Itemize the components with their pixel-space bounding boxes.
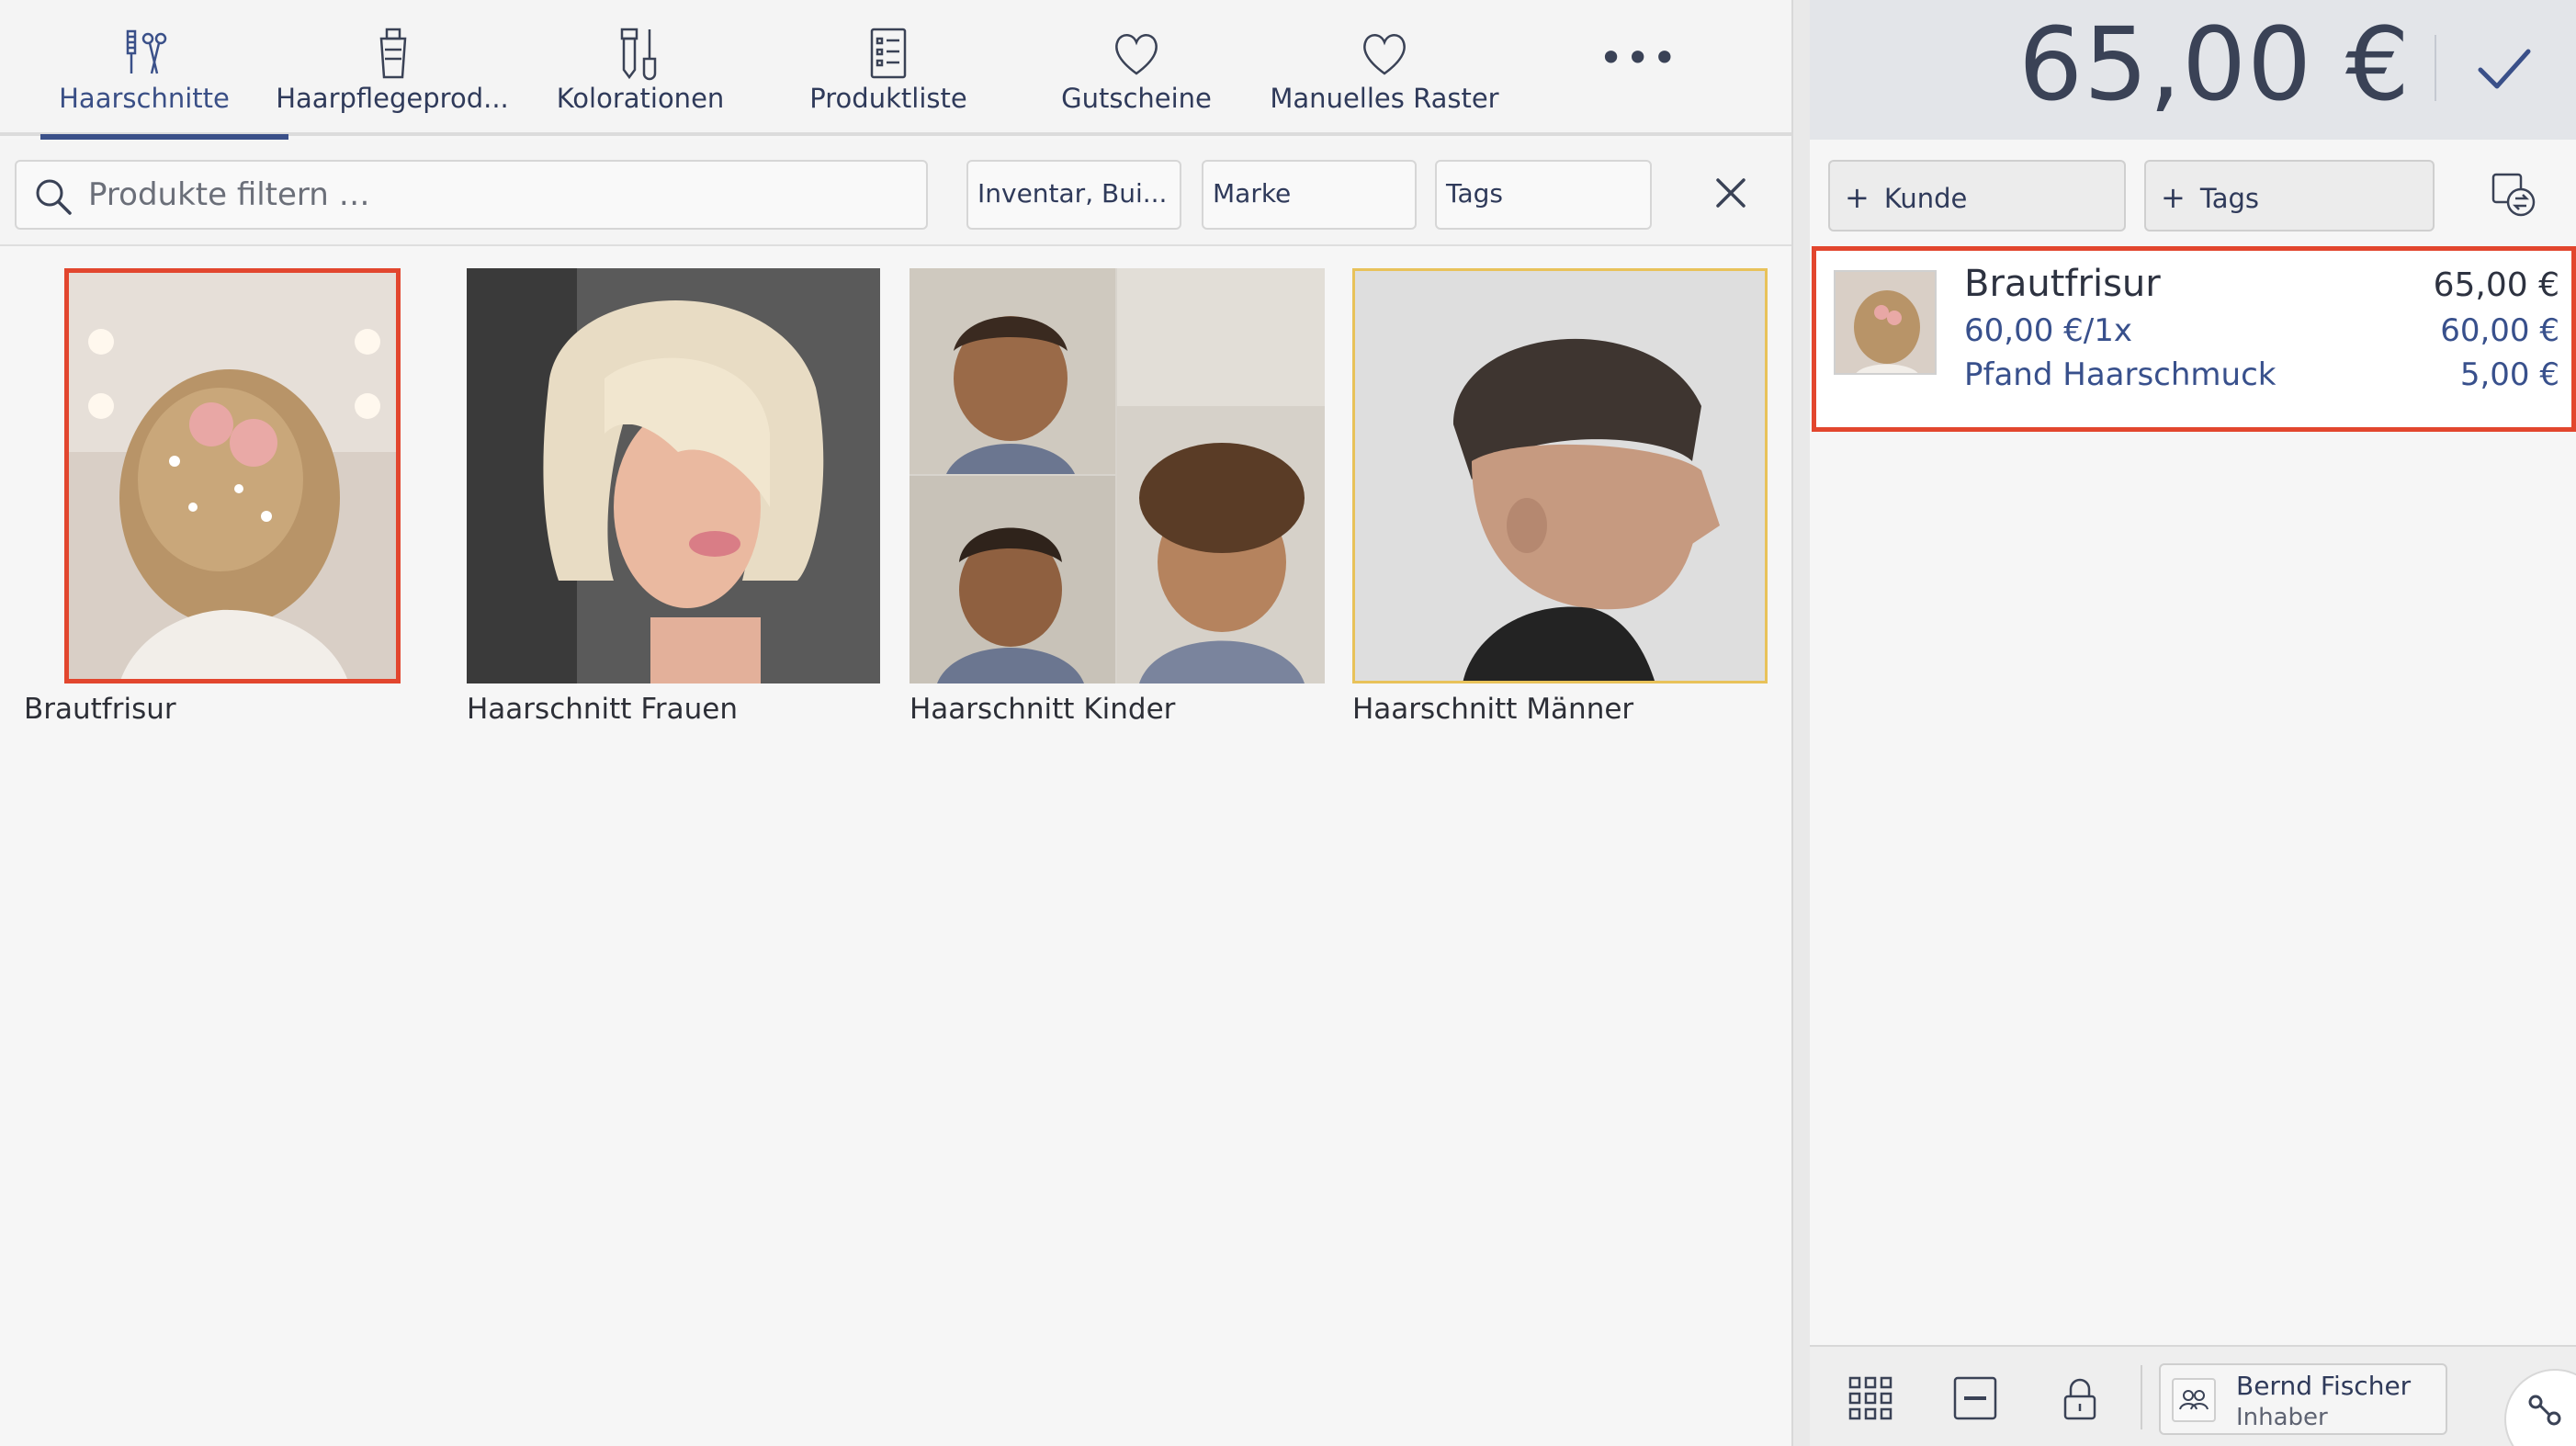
tab-label: Produktliste: [809, 83, 967, 114]
product-name: Haarschnitt Frauen: [467, 693, 738, 726]
product-image: [910, 268, 1325, 683]
tab-label: Haarschnitte: [59, 83, 230, 114]
tab-label: Kolorationen: [556, 83, 725, 114]
product-image: [1352, 268, 1768, 683]
cart-item-unit-line: 60,00 €/1x: [1964, 312, 2132, 349]
cart-item-unit-price: 60,00 €: [2440, 312, 2559, 349]
user-role: Inhaber: [2236, 1404, 2328, 1431]
tab-label: Gutscheine: [1061, 83, 1212, 114]
product-name: Haarschnitt Männer: [1352, 693, 1634, 726]
tab-produktliste[interactable]: Produktliste: [764, 0, 1012, 136]
cart-item[interactable]: Brautfrisur 65,00 € 60,00 €/1x 60,00 € P…: [1812, 246, 2576, 432]
plus-icon: +: [2161, 180, 2186, 215]
search-input[interactable]: Produkte filtern …: [15, 160, 928, 230]
user-button[interactable]: Bernd Fischer Inhaber: [2159, 1363, 2447, 1435]
cart-item-extra-line: Pfand Haarschmuck: [1964, 356, 2277, 393]
product-image: [467, 268, 880, 683]
tab-haarschnitte[interactable]: Haarschnitte: [20, 0, 288, 140]
cart-item-title: Brautfrisur: [1964, 263, 2161, 305]
add-customer-label: Kunde: [1883, 183, 1968, 214]
panel-divider[interactable]: [1791, 0, 1810, 1446]
cart-item-price: 65,00 €: [2433, 266, 2559, 304]
add-tags-label: Tags: [2199, 183, 2260, 214]
user-name: Bernd Fischer: [2236, 1371, 2412, 1401]
link-icon: [2528, 1395, 2561, 1426]
swap-cart-icon[interactable]: [2490, 171, 2537, 219]
connection-indicator[interactable]: [2504, 1369, 2576, 1446]
toolbar-separator: [2141, 1365, 2142, 1429]
tab-label: Haarpflegeprod...: [276, 83, 509, 114]
scissors-comb-icon: [126, 29, 167, 74]
more-tabs-button[interactable]: •••: [1599, 35, 1677, 90]
search-placeholder: Produkte filtern …: [88, 176, 370, 213]
total-separator: [2435, 35, 2436, 101]
product-name: Haarschnitt Kinder: [910, 693, 1176, 726]
app-root: Haarschnitte Haarpflegeprod... Koloratio…: [0, 0, 2576, 1446]
heart-icon: [1115, 34, 1158, 75]
filter-tags-chip[interactable]: Tags: [1435, 160, 1652, 230]
hair-dye-icon: [620, 28, 657, 81]
tab-label: Manuelles Raster: [1270, 83, 1499, 114]
filter-inventory-chip[interactable]: Inventar, Bui...: [966, 160, 1181, 230]
grid-icon[interactable]: [1847, 1374, 1894, 1422]
minus-square-icon[interactable]: [1951, 1374, 1999, 1422]
product-name: Brautfrisur: [24, 693, 176, 726]
cart-total: 65,00 €: [2018, 6, 2411, 123]
cart-panel: 65,00 € + Kunde + Tags Brautfrisur 65,00…: [1810, 0, 2576, 1446]
users-icon: [2172, 1378, 2216, 1422]
checkout-check-icon[interactable]: [2471, 37, 2536, 101]
clear-filters-icon[interactable]: [1711, 173, 1751, 213]
product-image: [64, 268, 401, 683]
products-panel: Haarschnitte Haarpflegeprod... Koloratio…: [0, 0, 1791, 1446]
search-icon: [36, 179, 72, 215]
total-bar: 65,00 €: [1810, 0, 2576, 140]
cart-item-extra-price: 5,00 €: [2459, 356, 2559, 393]
add-tags-button[interactable]: + Tags: [2144, 160, 2435, 232]
add-customer-button[interactable]: + Kunde: [1828, 160, 2126, 232]
tab-manuelles-raster[interactable]: Manuelles Raster: [1260, 0, 1508, 136]
hair-product-bottle-icon: [379, 28, 407, 79]
category-tabbar: Haarschnitte Haarpflegeprod... Koloratio…: [0, 0, 1791, 140]
filter-bar: Produkte filtern … Inventar, Bui... Mark…: [0, 140, 1791, 246]
filter-brand-chip[interactable]: Marke: [1202, 160, 1417, 230]
tab-kolorationen[interactable]: Kolorationen: [516, 0, 764, 136]
bottom-toolbar: Bernd Fischer Inhaber: [1810, 1345, 2576, 1446]
plus-icon: +: [1845, 180, 1870, 215]
tab-haarpflegeprodukte[interactable]: Haarpflegeprod...: [268, 0, 516, 136]
cart-item-thumbnail: [1834, 270, 1937, 375]
list-icon: [870, 28, 907, 79]
heart-icon: [1363, 34, 1406, 75]
tab-gutscheine[interactable]: Gutscheine: [1012, 0, 1260, 136]
lock-icon[interactable]: [2056, 1374, 2104, 1422]
